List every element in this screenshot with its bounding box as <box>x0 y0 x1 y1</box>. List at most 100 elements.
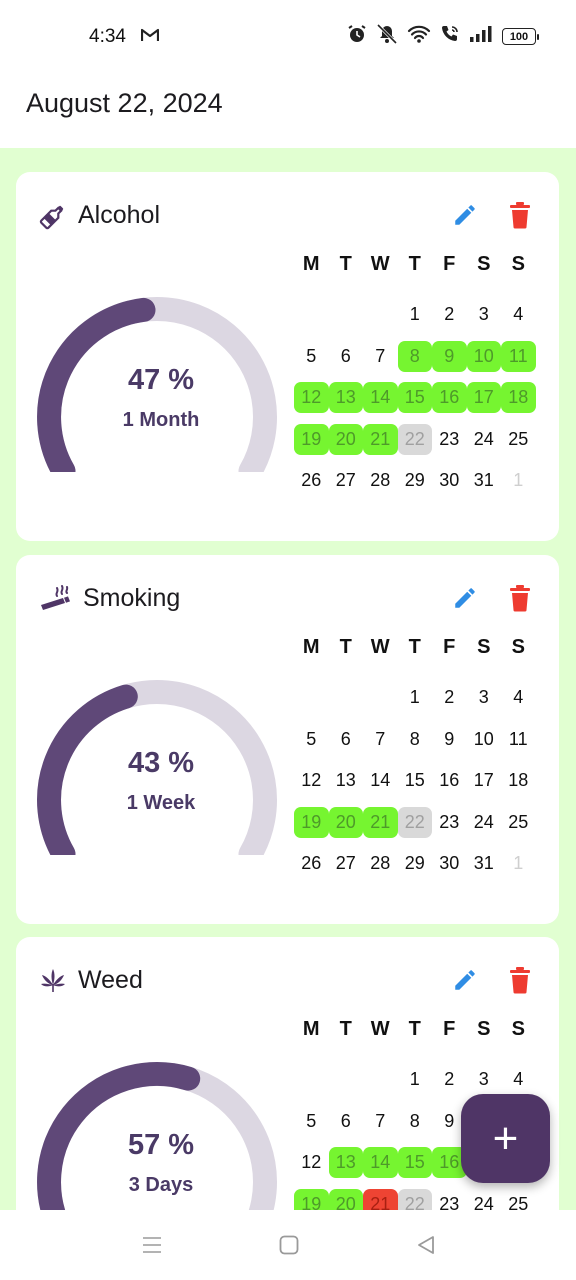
calendar-day: 3 <box>478 304 489 325</box>
battery-icon: 100 <box>502 28 539 45</box>
calendar-day: 22 <box>397 423 432 455</box>
calendar-day: 13 <box>328 1147 363 1179</box>
weekday-label: M <box>302 252 320 275</box>
progress-percent: 57 % <box>127 1129 195 1161</box>
calendar-day: 6 <box>340 728 351 749</box>
status-time: 4:34 <box>89 26 126 47</box>
habit-card-smoking[interactable]: Smoking 43 % 1 Week M T W T F S S 1 2 3 4 5 6 7 8 9 10 11… <box>16 555 559 924</box>
calendar-week: 19 20 21 22 23 24 25 <box>294 802 552 844</box>
calendar-day: 21 <box>363 1188 398 1210</box>
calendar-day: 10 <box>466 340 501 372</box>
delete-button[interactable] <box>506 583 534 613</box>
calendar-day: 3 <box>478 1069 489 1090</box>
pencil-icon <box>455 970 475 990</box>
calendar-day: 31 <box>473 470 494 491</box>
calendar-day: 9 <box>432 340 467 372</box>
weekday-header: MTWTFSS <box>294 627 552 667</box>
calendar-day: 5 <box>306 345 317 366</box>
calendar-day: 1 <box>513 853 524 874</box>
cannabis-leaf-icon <box>39 967 67 995</box>
calendar-day: 10 <box>473 728 494 749</box>
calendar-day: 21 <box>363 423 398 455</box>
calendar-empty <box>294 1064 329 1095</box>
calendar-day: 20 <box>328 806 363 838</box>
calendar-day: 27 <box>335 470 356 491</box>
edit-button[interactable] <box>450 200 480 230</box>
cigarette-icon <box>39 585 70 613</box>
calendar-empty <box>363 299 398 330</box>
calendar-day: 19 <box>294 423 329 455</box>
weekday-label: F <box>443 252 456 275</box>
progress-percent: 43 % <box>127 747 195 779</box>
wifi-calling-icon <box>440 24 460 49</box>
calendar-day: 29 <box>404 853 425 874</box>
mute-bell-icon <box>376 23 398 49</box>
weekday-header: MTWTFSS <box>294 1009 552 1049</box>
weekday-label: F <box>443 1017 456 1040</box>
calendar-day: 1 <box>409 304 420 325</box>
calendar-day: 29 <box>404 470 425 491</box>
calendar-day: 2 <box>444 687 455 708</box>
bottle-icon <box>39 202 67 230</box>
streak-calendar: MTWTFSS123456789101112131415161718192021… <box>294 627 552 885</box>
delete-button[interactable] <box>506 200 534 230</box>
edit-button[interactable] <box>450 583 480 613</box>
habit-list[interactable]: Alcohol 47 % 1 Month M T W T F S S 1 2 3 4 5 6 7 8 9 10 1… <box>0 148 576 1210</box>
habit-card-alcohol[interactable]: Alcohol 47 % 1 Month M T W T F S S 1 2 3 4 5 6 7 8 9 10 1… <box>16 172 559 541</box>
calendar-day: 5 <box>306 728 317 749</box>
gmail-icon <box>140 27 160 48</box>
calendar-day: 6 <box>340 345 351 366</box>
calendar-day: 19 <box>294 1188 329 1210</box>
trash-icon <box>510 585 530 612</box>
calendar-week: 19 20 21 22 23 24 25 <box>294 419 552 461</box>
weekday-label: T <box>408 1017 421 1040</box>
add-habit-button[interactable]: + <box>461 1094 550 1183</box>
progress-percent: 47 % <box>127 364 195 396</box>
calendar-day: 7 <box>375 1110 386 1131</box>
weekday-label: S <box>511 252 525 275</box>
calendar-day: 19 <box>294 806 329 838</box>
trash-icon <box>510 202 530 229</box>
streak-calendar: MTWTFSS123456789101112131415161718192021… <box>294 244 552 502</box>
calendar-day: 8 <box>409 728 420 749</box>
calendar-day: 25 <box>508 1193 529 1210</box>
calendar-week: 5 6 7891011 <box>294 336 552 378</box>
calendar-week: 26 27 28 29 30 31 1 <box>294 460 552 502</box>
progress-period: 1 Month <box>122 409 200 431</box>
weekday-label: W <box>370 635 390 658</box>
edit-button[interactable] <box>450 965 480 995</box>
weekday-label: S <box>477 252 491 275</box>
calendar-day: 16 <box>439 770 460 791</box>
calendar-day: 24 <box>473 428 494 449</box>
calendar-week: 26 27 28 29 30 31 1 <box>294 843 552 885</box>
calendar-day: 1 <box>409 687 420 708</box>
habit-title: Smoking <box>83 584 181 612</box>
calendar-empty <box>294 682 329 713</box>
home-nav-icon[interactable] <box>276 1232 302 1258</box>
calendar-day: 31 <box>473 853 494 874</box>
calendar-empty <box>294 299 329 330</box>
calendar-day: 9 <box>444 728 455 749</box>
pencil-icon <box>455 588 475 608</box>
signal-icon <box>469 25 493 48</box>
calendar-week: 19 20 21 22 23 24 25 <box>294 1184 552 1210</box>
weekday-label: S <box>477 1017 491 1040</box>
menu-nav-icon[interactable] <box>139 1232 165 1258</box>
delete-button[interactable] <box>506 965 534 995</box>
calendar-week: 12131415161718 <box>294 377 552 419</box>
weekday-label: M <box>302 635 320 658</box>
weekday-label: S <box>477 635 491 658</box>
weekday-label: T <box>408 252 421 275</box>
calendar-day: 13 <box>328 382 363 414</box>
calendar-day: 16 <box>432 382 467 414</box>
calendar-week: 1 2 3 4 <box>294 294 552 336</box>
calendar-day: 7 <box>375 345 386 366</box>
weekday-label: S <box>511 1017 525 1040</box>
calendar-day: 2 <box>444 304 455 325</box>
back-nav-icon[interactable] <box>413 1232 439 1258</box>
calendar-day: 3 <box>478 687 489 708</box>
calendar-day: 20 <box>328 1188 363 1210</box>
calendar-day: 13 <box>335 770 356 791</box>
calendar-day: 24 <box>473 1193 494 1210</box>
weekday-label: M <box>302 1017 320 1040</box>
